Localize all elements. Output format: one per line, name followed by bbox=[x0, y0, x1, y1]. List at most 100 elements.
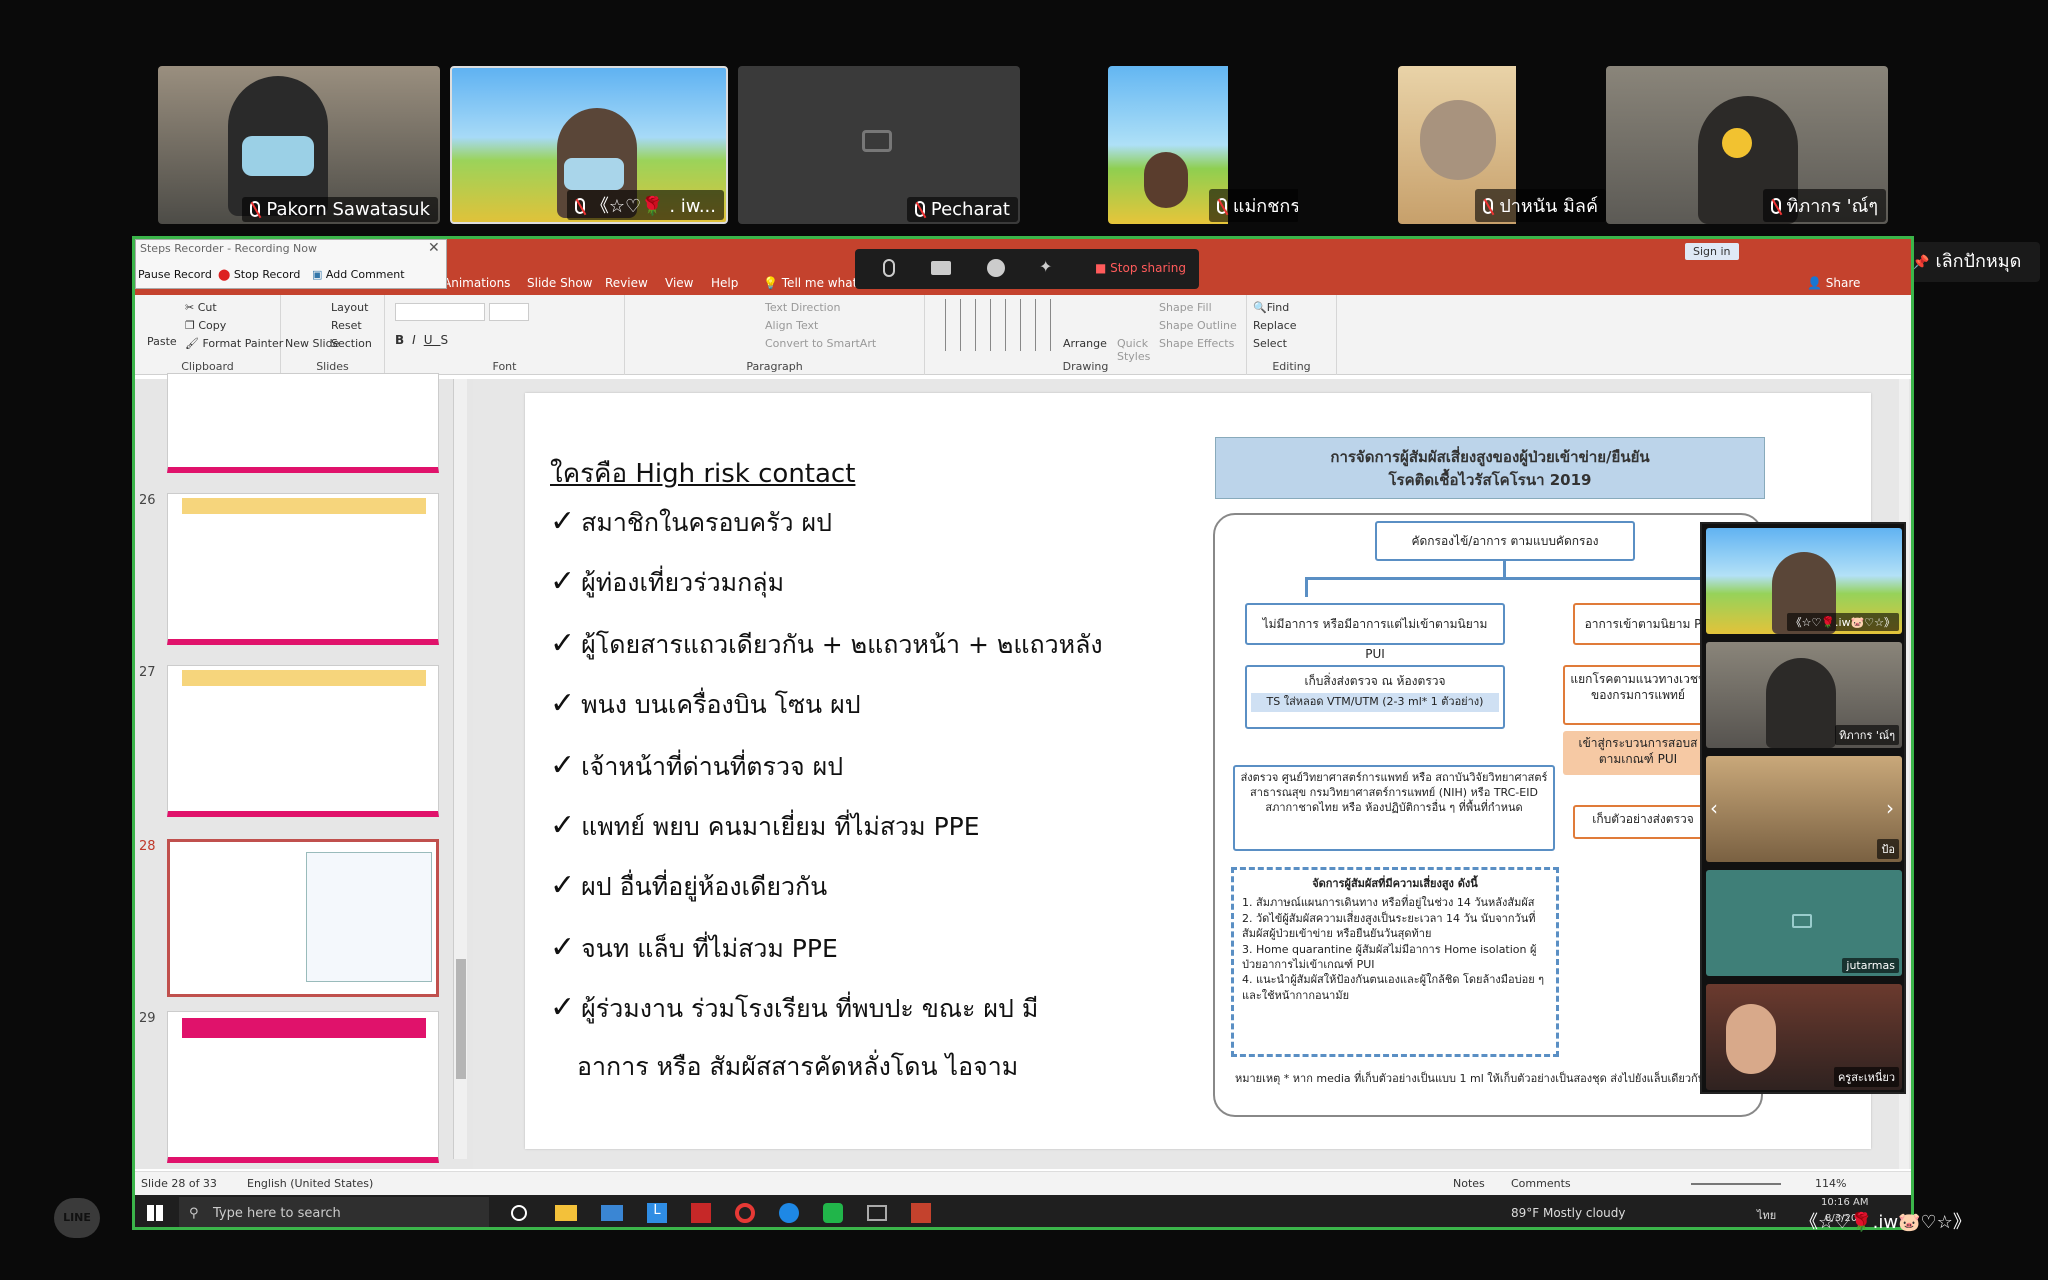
gallery-video-tile[interactable]: ครูสะเหนี่ยว bbox=[1706, 984, 1902, 1090]
arrange-button[interactable]: Arrange bbox=[1063, 337, 1107, 350]
stop-record-button[interactable]: ⬤ Stop Record bbox=[218, 268, 300, 281]
align-text-button[interactable]: Align Text bbox=[765, 319, 818, 332]
gallery-name: 《☆♡🌹.iw🐷♡☆》 bbox=[1786, 613, 1899, 631]
font-group: BIUS Font bbox=[385, 295, 625, 375]
format-painter-button[interactable]: 🖌 Format Painter bbox=[185, 337, 283, 350]
participant-tile[interactable]: ทิภากร 'ณ์ๆ bbox=[1606, 66, 1888, 224]
participant-name: ทิภากร 'ณ์ๆ bbox=[1762, 189, 1886, 222]
sign-in-button[interactable]: Sign in bbox=[1685, 243, 1739, 260]
slide-thumbnail-selected[interactable] bbox=[167, 839, 439, 997]
thumb-diagram bbox=[306, 852, 432, 982]
chevron-left-icon[interactable]: ‹ bbox=[1710, 796, 1718, 820]
gallery-video-tile[interactable]: jutarmas bbox=[1706, 870, 1902, 976]
convert-smartart-button[interactable]: Convert to SmartArt bbox=[765, 337, 876, 350]
font-size-dropdown[interactable] bbox=[489, 303, 529, 321]
add-comment-button[interactable]: ▣ Add Comment bbox=[312, 268, 405, 281]
menu-view[interactable]: View bbox=[665, 276, 693, 290]
zoom-level[interactable]: 114% bbox=[1815, 1177, 1846, 1190]
gallery-video-tile[interactable]: ‹ › ป้อ bbox=[1706, 756, 1902, 862]
slide-thumbnail[interactable] bbox=[167, 665, 439, 817]
powerpoint-icon[interactable] bbox=[911, 1203, 931, 1223]
lightbulb-icon: 💡 bbox=[763, 276, 782, 290]
annotate-icon[interactable]: ✦ bbox=[1039, 257, 1052, 276]
pin-icon: 📌 bbox=[1912, 255, 1930, 271]
input-language[interactable]: ไทย bbox=[1757, 1206, 1776, 1224]
comments-button[interactable]: Comments bbox=[1511, 1177, 1571, 1190]
menu-review[interactable]: Review bbox=[605, 276, 648, 290]
close-icon[interactable]: ✕ bbox=[428, 240, 440, 256]
reset-button[interactable]: Reset bbox=[331, 319, 362, 332]
menu-animations[interactable]: Animations bbox=[443, 276, 510, 290]
thumbnail-scrollbar[interactable] bbox=[453, 379, 467, 1159]
section-button[interactable]: Section bbox=[331, 337, 372, 350]
mcafee-icon[interactable] bbox=[691, 1203, 711, 1223]
file-explorer-icon[interactable] bbox=[555, 1205, 577, 1221]
menu-help[interactable]: Help bbox=[711, 276, 738, 290]
shape-fill-button[interactable]: Shape Fill bbox=[1159, 301, 1212, 314]
zoom-slider[interactable] bbox=[1691, 1183, 1781, 1185]
cortana-icon[interactable] bbox=[511, 1205, 527, 1221]
flow-manage-item: 4. แนะนำผู้สัมผัสให้ป้องกันตนเองและผู้ใก… bbox=[1242, 973, 1545, 1002]
slide-thumbnail[interactable] bbox=[167, 1011, 439, 1163]
clipboard-group: Paste ✂ Cut ❐ Copy 🖌 Format Painter Clip… bbox=[135, 295, 283, 375]
video-icon[interactable] bbox=[931, 261, 951, 275]
window-switch-icon[interactable] bbox=[867, 1205, 887, 1221]
emoji-face bbox=[1722, 128, 1752, 158]
chat-icon[interactable] bbox=[987, 259, 1005, 277]
participant-tile-active[interactable]: 《☆♡🌹 . iw... bbox=[450, 66, 728, 224]
replace-button[interactable]: Replace bbox=[1253, 319, 1297, 332]
windows-start-icon[interactable] bbox=[147, 1205, 163, 1221]
clock-time[interactable]: 10:16 AM bbox=[1821, 1197, 1868, 1208]
participant-tile[interactable]: ปาหนัน มิลค์ bbox=[1398, 66, 1608, 224]
pause-record-button[interactable]: Pause Record bbox=[138, 268, 212, 281]
shape-effects-button[interactable]: Shape Effects bbox=[1159, 337, 1234, 350]
copy-button[interactable]: ❐ Copy bbox=[185, 319, 226, 332]
slide-thumbnail[interactable] bbox=[167, 493, 439, 645]
edge-icon[interactable] bbox=[779, 1203, 799, 1223]
chevron-right-icon[interactable]: › bbox=[1886, 796, 1894, 820]
slide-number: 29 bbox=[139, 1011, 156, 1026]
text-direction-button[interactable]: Text Direction bbox=[765, 301, 840, 314]
flow-note: หมายเหตุ * หาก media ที่เก็บตัวอย่างเป็น… bbox=[1235, 1072, 1706, 1085]
menu-slide-show[interactable]: Slide Show bbox=[527, 276, 592, 290]
flow-manage-item: 2. วัดไข้ผู้สัมผัสความเสี่ยงสูงเป็นระยะเ… bbox=[1242, 911, 1536, 941]
check-icon: ✓ bbox=[550, 626, 576, 661]
language-indicator[interactable]: English (United States) bbox=[247, 1177, 373, 1190]
bullet-continuation: อาการ หรือ สัมผัสสารคัดหลั่งโดน ไอจาม bbox=[577, 1052, 1019, 1081]
opera-icon[interactable] bbox=[735, 1203, 755, 1223]
weather-widget[interactable]: 89°F Mostly cloudy bbox=[1511, 1206, 1626, 1220]
muted-mic-icon bbox=[1770, 198, 1781, 214]
gallery-video-tile[interactable]: ทิภากร 'ณ์ๆ bbox=[1706, 642, 1902, 748]
share-button[interactable]: 👤 Share bbox=[1807, 276, 1860, 290]
layout-button[interactable]: Layout bbox=[331, 301, 368, 314]
shapes-gallery[interactable] bbox=[931, 299, 1051, 351]
tell-me-search[interactable]: 💡 Tell me what bbox=[763, 276, 857, 290]
notes-button[interactable]: Notes bbox=[1453, 1177, 1485, 1190]
slide-canvas: ใครคือ High risk contact ✓ สมาชิกในครอบคร… bbox=[473, 379, 1911, 1169]
taskbar-search[interactable]: ⚲ Type here to search bbox=[179, 1197, 489, 1227]
mic-icon[interactable] bbox=[883, 259, 895, 277]
font-name-dropdown[interactable] bbox=[395, 303, 485, 321]
editing-group: 🔍Find Replace Select Editing bbox=[1247, 295, 1337, 375]
scrollbar-thumb[interactable] bbox=[456, 959, 466, 1079]
mail-icon[interactable] bbox=[601, 1205, 623, 1221]
participant-tile[interactable]: Pecharat bbox=[738, 66, 1020, 224]
select-button[interactable]: Select bbox=[1253, 337, 1287, 350]
participant-tile[interactable]: Pakorn Sawatasuk bbox=[158, 66, 440, 224]
check-icon: ✓ bbox=[550, 686, 576, 721]
participant-tile[interactable]: แม่กชกร bbox=[1108, 66, 1298, 224]
flow-right-2: แยกโรคตามแนวทางเวชป ของกรมการแพทย์ bbox=[1563, 665, 1713, 725]
line-app-icon[interactable] bbox=[823, 1203, 843, 1223]
gallery-video-tile[interactable]: 《☆♡🌹.iw🐷♡☆》 bbox=[1706, 528, 1902, 634]
paragraph-group: Text Direction Align Text Convert to Sma… bbox=[625, 295, 925, 375]
check-icon: ✓ bbox=[550, 808, 576, 843]
shape-outline-button[interactable]: Shape Outline bbox=[1159, 319, 1237, 332]
app-l-icon[interactable]: L bbox=[647, 1203, 667, 1223]
paste-button[interactable]: Paste bbox=[147, 335, 177, 348]
font-format-buttons[interactable]: BIUS bbox=[395, 333, 456, 347]
slide-thumbnail[interactable] bbox=[167, 373, 439, 473]
cut-button[interactable]: ✂ Cut bbox=[185, 301, 217, 314]
stop-sharing-button[interactable]: ■ Stop sharing bbox=[1095, 261, 1186, 275]
unpin-button[interactable]: 📌 เลิกปักหมุด bbox=[1898, 242, 2040, 282]
find-button[interactable]: 🔍Find bbox=[1253, 301, 1289, 314]
